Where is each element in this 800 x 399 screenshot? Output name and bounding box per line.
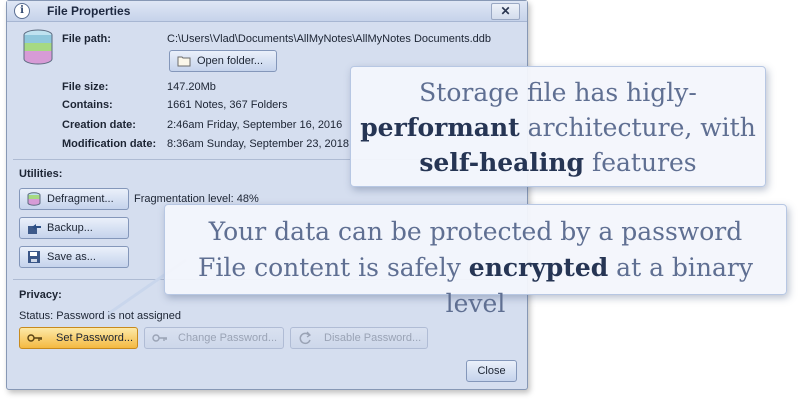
creation-date-label: Creation date: [62, 119, 136, 131]
file-path-label: File path: [62, 33, 111, 45]
storage-callout: Storage file has higly- performant archi… [350, 66, 766, 187]
refresh-icon [299, 331, 312, 345]
close-button[interactable]: Close [466, 360, 517, 382]
key-icon [27, 334, 42, 342]
title-bar: i File Properties ✕ [7, 1, 527, 22]
contains-label: Contains: [62, 99, 113, 111]
change-password-label: Change Password... [178, 332, 278, 344]
storage-callout-emphasis: performant [360, 113, 520, 142]
modification-date-value: 8:36am Sunday, September 23, 2018 [167, 138, 350, 150]
set-password-button[interactable]: Set Password... [19, 327, 138, 349]
change-password-button[interactable]: Change Password... [144, 327, 284, 349]
storage-callout-emphasis: self-healing [419, 148, 585, 177]
security-callout-line-2: File content is safely encrypted at a bi… [198, 253, 753, 318]
storage-callout-line-3: self-healing features [419, 148, 697, 177]
folder-icon [177, 56, 191, 67]
security-callout-emphasis: encrypted [468, 253, 609, 282]
close-window-button[interactable]: ✕ [491, 3, 520, 20]
modification-date-label: Modification date: [62, 138, 157, 150]
window-title: File Properties [47, 4, 131, 18]
open-folder-button[interactable]: Open folder... [169, 50, 277, 72]
disable-password-button[interactable]: Disable Password... [290, 327, 428, 349]
file-size-label: File size: [62, 81, 109, 93]
privacy-heading: Privacy: [19, 289, 62, 301]
floppy-disk-icon [28, 251, 40, 263]
creation-date-value: 2:46am Friday, September 16, 2016 [167, 119, 343, 131]
info-icon: i [14, 3, 30, 19]
contains-value: 1661 Notes, 367 Folders [167, 99, 288, 111]
disable-password-label: Disable Password... [324, 332, 422, 344]
file-size-value: 147.20Mb [167, 81, 216, 93]
storage-callout-line-1: Storage file has higly- [419, 78, 697, 107]
security-callout: Your data can be protected by a password… [164, 204, 787, 318]
open-folder-label: Open folder... [197, 55, 264, 67]
utilities-heading: Utilities: [19, 168, 63, 180]
file-path-value: C:\Users\Vlad\Documents\AllMyNotes\AllMy… [167, 33, 492, 45]
key-icon [152, 334, 167, 342]
backup-button[interactable]: Backup... [19, 217, 129, 239]
file-properties-dialog: i File Properties ✕ File path: C:\Users\… [6, 0, 528, 390]
security-callout-line-1: Your data can be protected by a password [208, 217, 743, 246]
backup-label: Backup... [47, 222, 93, 234]
defragment-label: Defragment... [47, 193, 114, 205]
storage-callout-line-2: performant architecture, with [360, 113, 756, 142]
set-password-label: Set Password... [56, 332, 134, 344]
save-as-label: Save as... [47, 251, 96, 263]
database-icon [23, 29, 53, 65]
database-small-icon [27, 192, 41, 206]
defragment-button[interactable]: Defragment... [19, 188, 129, 210]
backup-icon [28, 224, 41, 234]
